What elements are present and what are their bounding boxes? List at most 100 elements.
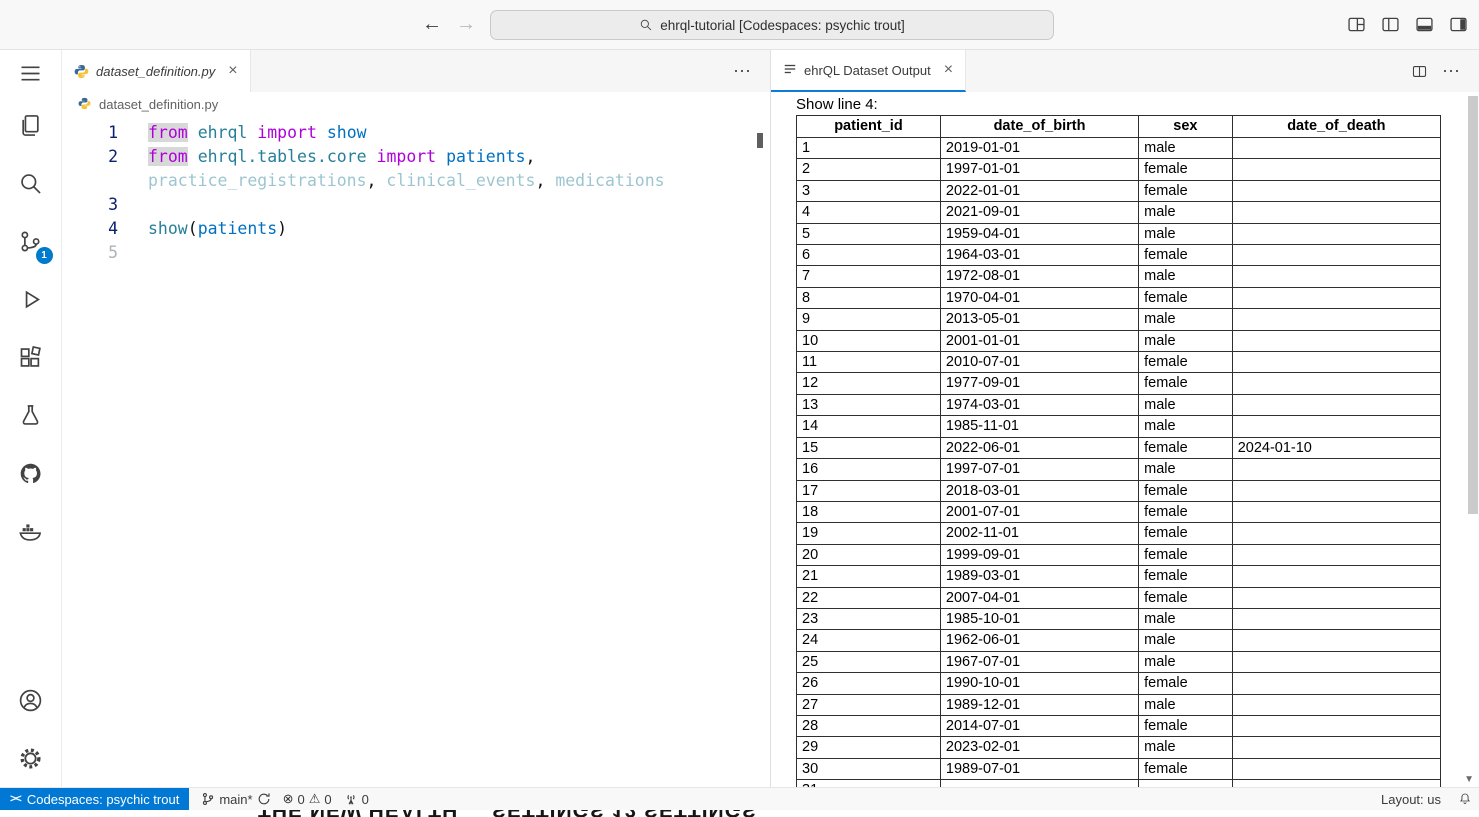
branch-indicator[interactable]: main* <box>201 792 270 807</box>
code-token <box>188 123 198 142</box>
line-number: 3 <box>62 193 118 217</box>
code-token: from <box>148 123 188 142</box>
output-tab-bar: ehrQL Dataset Output × ⋯ <box>771 50 1479 92</box>
warnings-count: 0 <box>324 792 331 807</box>
code-line[interactable]: 1from ehrql import show <box>62 121 770 145</box>
table-cell <box>1232 138 1440 159</box>
table-row: 102001-01-01male <box>797 330 1441 351</box>
toggle-panel-icon[interactable] <box>1414 14 1435 35</box>
table-cell: 1974-03-01 <box>940 394 1138 415</box>
docker-remote-icon[interactable] <box>7 502 55 560</box>
table-row: 182001-07-01female <box>797 501 1441 522</box>
table-cell <box>1232 758 1440 779</box>
line-number: 5 <box>62 241 118 265</box>
table-cell: 30 <box>797 758 941 779</box>
code-token <box>317 123 327 142</box>
table-cell <box>1232 309 1440 330</box>
forward-arrow-icon[interactable]: → <box>456 12 476 36</box>
testing-icon[interactable] <box>7 386 55 444</box>
table-cell <box>1232 266 1440 287</box>
code-line[interactable]: practice_registrations, clinical_events,… <box>62 169 770 193</box>
table-row: 32022-01-01female <box>797 180 1441 201</box>
more-actions-icon[interactable]: ⋯ <box>733 61 752 82</box>
table-cell <box>1232 651 1440 672</box>
layout-indicator[interactable]: Layout: us <box>1381 792 1441 807</box>
table-cell: 12 <box>797 373 941 394</box>
command-center-search[interactable]: ehrql-tutorial [Codespaces: psychic trou… <box>490 10 1054 40</box>
table-row: 161997-07-01male <box>797 459 1441 480</box>
table-cell: 10 <box>797 330 941 351</box>
menu-icon[interactable] <box>7 50 55 96</box>
line-text: from ehrql.tables.core import patients, <box>118 145 535 169</box>
extensions-icon[interactable] <box>7 328 55 386</box>
table-row: 172018-03-01female <box>797 480 1441 501</box>
table-cell: 20 <box>797 544 941 565</box>
table-cell: female <box>1139 566 1233 587</box>
code-editor[interactable]: 1from ehrql import show2from ehrql.table… <box>62 117 770 265</box>
back-arrow-icon[interactable]: ← <box>422 12 442 36</box>
code-token: patients <box>198 219 277 238</box>
remote-indicator[interactable]: >< Codespaces: psychic trout <box>0 788 189 810</box>
close-icon[interactable]: × <box>944 62 953 78</box>
table-cell: 18 <box>797 501 941 522</box>
source-control-icon[interactable]: 1 <box>7 212 55 270</box>
column-header: sex <box>1139 116 1233 138</box>
explorer-icon[interactable] <box>7 96 55 154</box>
ehrql-output-webview[interactable]: Show line 4: patient_iddate_of_birthsexd… <box>771 92 1479 787</box>
table-cell <box>1232 202 1440 223</box>
table-cell: 13 <box>797 394 941 415</box>
line-text <box>118 241 148 265</box>
toggle-sidebar-icon[interactable] <box>1380 14 1401 35</box>
table-cell: 2002-11-01 <box>940 523 1138 544</box>
breadcrumb[interactable]: dataset_definition.py <box>62 92 770 117</box>
code-line[interactable]: 4show(patients) <box>62 217 770 241</box>
code-token <box>247 123 257 142</box>
line-number: 1 <box>62 121 118 145</box>
ports-indicator[interactable]: 0 <box>344 792 369 807</box>
scroll-down-icon[interactable]: ▼ <box>1464 774 1474 785</box>
tab-dataset-definition[interactable]: dataset_definition.py × <box>62 50 251 92</box>
toggle-secondary-sidebar-icon[interactable] <box>1448 14 1469 35</box>
table-cell: 1999-09-01 <box>940 544 1138 565</box>
activity-bar: 1 <box>0 50 62 787</box>
table-cell <box>940 780 1138 787</box>
table-row: 261990-10-01female <box>797 673 1441 694</box>
table-row: 211989-03-01female <box>797 566 1441 587</box>
github-icon[interactable] <box>7 444 55 502</box>
warnings-icon: ⚠ <box>309 791 321 807</box>
run-debug-icon[interactable] <box>7 270 55 328</box>
code-line[interactable]: 3 <box>62 193 770 217</box>
table-cell <box>1232 501 1440 522</box>
customize-layout-icon[interactable] <box>1346 14 1367 35</box>
table-cell: male <box>1139 416 1233 437</box>
code-line[interactable]: 2from ehrql.tables.core import patients, <box>62 145 770 169</box>
settings-gear-icon[interactable] <box>7 729 55 787</box>
table-cell: 1967-07-01 <box>940 651 1138 672</box>
more-actions-icon[interactable]: ⋯ <box>1442 61 1461 82</box>
table-cell: 1990-10-01 <box>940 673 1138 694</box>
tab-ehrql-dataset-output[interactable]: ehrQL Dataset Output × <box>771 50 966 92</box>
search-sidebar-icon[interactable] <box>7 154 55 212</box>
table-cell <box>1232 737 1440 758</box>
table-cell: 2 <box>797 159 941 180</box>
table-cell: 2001-01-01 <box>940 330 1138 351</box>
table-cell: 1997-07-01 <box>940 459 1138 480</box>
account-icon[interactable] <box>7 671 55 729</box>
source-control-badge: 1 <box>36 247 53 264</box>
table-cell <box>1232 608 1440 629</box>
code-line[interactable]: 5 <box>62 241 770 265</box>
table-cell: 8 <box>797 287 941 308</box>
table-cell: 2010-07-01 <box>940 352 1138 373</box>
notifications-bell[interactable] <box>1457 791 1473 807</box>
table-cell: 2013-05-01 <box>940 309 1138 330</box>
split-editor-icon[interactable] <box>1411 63 1428 80</box>
close-icon[interactable]: × <box>228 63 237 79</box>
table-cell: 2014-07-01 <box>940 715 1138 736</box>
editor-tab-bar: dataset_definition.py × ⋯ <box>62 50 770 92</box>
code-token: , <box>526 147 536 166</box>
tab-label: ehrQL Dataset Output <box>804 63 931 78</box>
table-cell <box>1232 416 1440 437</box>
editor-actions: ⋯ <box>733 50 770 92</box>
problems-indicator[interactable]: ⊗ 0 ⚠ 0 <box>283 791 332 807</box>
scrollbar-thumb[interactable] <box>1468 96 1478 514</box>
